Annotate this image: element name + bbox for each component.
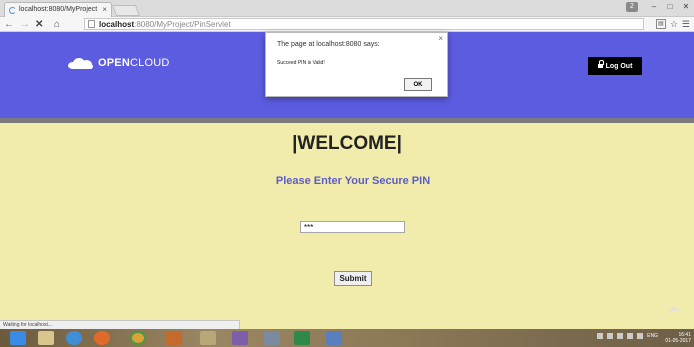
dialog-close-icon[interactable]: × [438, 34, 443, 43]
browser-tab-strip: localhost:8080/MyProject × 2 – □ ✕ [0, 0, 694, 17]
language-indicator[interactable]: ENG [647, 333, 658, 339]
visual-studio-icon[interactable] [232, 331, 248, 345]
app-icon-2[interactable] [264, 331, 280, 345]
system-tray: ENG [597, 333, 658, 339]
dialog-ok-button[interactable]: OK [404, 78, 432, 91]
calculator-icon[interactable] [294, 331, 310, 345]
alert-dialog: The page at localhost:8080 says: × Succe… [265, 32, 448, 97]
opencloud-logo[interactable]: OPENCLOUD [68, 57, 170, 69]
windows-start-icon[interactable] [10, 331, 26, 345]
dialog-title: The page at localhost:8080 says: [277, 41, 380, 48]
url-path: :8080/MyProject/PinServlet [134, 20, 231, 29]
scroll-to-top-icon[interactable] [668, 306, 680, 311]
tab-close-icon[interactable]: × [102, 5, 107, 14]
internet-explorer-icon[interactable] [66, 331, 82, 345]
app-icon[interactable] [166, 331, 182, 345]
user-profile-button[interactable]: 2 [626, 2, 638, 12]
pin-input[interactable] [300, 221, 405, 233]
address-bar[interactable]: localhost:8080/MyProject/PinServlet [84, 18, 644, 30]
back-arrow-icon[interactable]: ← [4, 18, 14, 31]
new-tab-button[interactable] [111, 5, 141, 16]
window-controls: 2 – □ ✕ [626, 0, 694, 14]
volume-icon[interactable] [627, 333, 634, 339]
flag-icon[interactable] [637, 333, 644, 339]
pin-prompt: Please Enter Your Secure PIN [275, 175, 431, 187]
tray-arrow-icon[interactable] [607, 333, 614, 339]
submit-button[interactable]: Submit [334, 271, 372, 286]
page-icon [88, 20, 95, 28]
header-divider [0, 118, 694, 123]
tab-title: localhost:8080/MyProject [19, 6, 98, 13]
file-explorer-icon[interactable] [38, 331, 54, 345]
forward-arrow-icon[interactable]: → [20, 18, 30, 31]
minimize-button[interactable]: – [646, 0, 662, 14]
chrome-icon[interactable] [130, 331, 146, 345]
close-window-button[interactable]: ✕ [678, 0, 694, 14]
url-host: localhost [99, 20, 135, 29]
extension-icon[interactable]: ▤ [655, 19, 666, 29]
bookmark-star-icon[interactable]: ☆ [670, 18, 678, 31]
logout-label: Log Out [605, 62, 633, 70]
browser-toolbar: ← → ✕ ⌂ localhost:8080/MyProject/PinServ… [0, 17, 694, 32]
windows-taskbar: ENG 16:41 01-05-2017 [0, 329, 694, 347]
settings-icon[interactable]: ☰ [682, 18, 690, 31]
keyboard-icon[interactable] [597, 333, 604, 339]
paint-icon[interactable] [200, 331, 216, 345]
home-icon[interactable]: ⌂ [54, 18, 60, 31]
toolbar-actions: ▤ ☆ ☰ [655, 18, 690, 31]
shield-icon[interactable] [326, 331, 342, 345]
status-bar: Waiting for localhost... [0, 320, 240, 329]
stop-loading-icon[interactable]: ✕ [35, 18, 43, 31]
taskbar-clock[interactable]: 16:41 01-05-2017 [665, 332, 691, 344]
clock-date: 01-05-2017 [665, 338, 691, 344]
welcome-heading: |WELCOME| [292, 133, 402, 154]
firefox-icon[interactable] [94, 331, 110, 345]
dialog-message: Succeed PIN is Valid! [277, 60, 325, 66]
loading-spinner-icon [9, 7, 16, 14]
logo-text: OPENCLOUD [98, 57, 170, 69]
logout-button[interactable]: Log Out [588, 57, 642, 75]
lock-icon [597, 60, 604, 69]
browser-tab[interactable]: localhost:8080/MyProject × [4, 2, 112, 17]
maximize-button[interactable]: □ [662, 0, 678, 14]
cloud-icon [68, 57, 94, 69]
network-icon[interactable] [617, 333, 624, 339]
